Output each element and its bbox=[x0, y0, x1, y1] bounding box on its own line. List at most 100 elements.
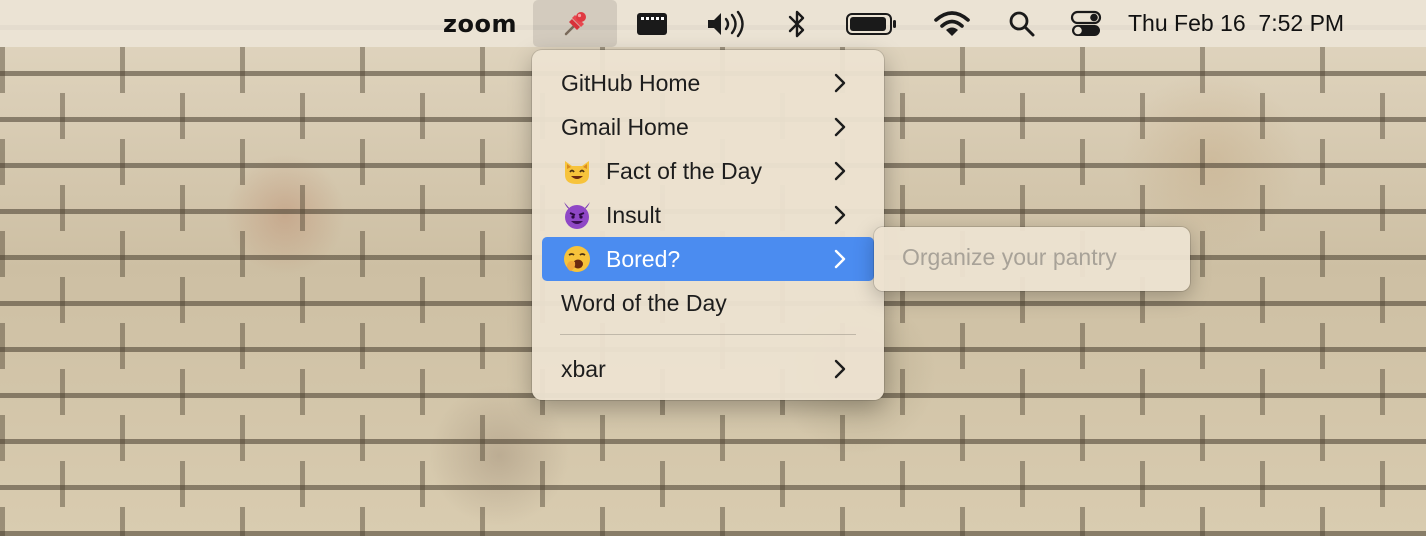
brick-joint bbox=[1320, 415, 1325, 461]
brick-joint bbox=[1320, 47, 1325, 93]
search-icon[interactable] bbox=[1006, 0, 1038, 47]
brick-joint bbox=[420, 277, 425, 323]
brick-row bbox=[0, 507, 1426, 536]
volume-icon[interactable] bbox=[705, 0, 749, 47]
brick-joint bbox=[60, 93, 65, 139]
brick-joint bbox=[300, 461, 305, 507]
brick-joint bbox=[60, 185, 65, 231]
brick-joint bbox=[0, 47, 5, 93]
brick-joint bbox=[1200, 231, 1205, 277]
brick-joint bbox=[1140, 369, 1145, 415]
brick-joint bbox=[1380, 185, 1385, 231]
menu-item-label: Fact of the Day bbox=[606, 157, 762, 184]
brick-joint bbox=[960, 507, 965, 536]
brick-joint bbox=[300, 277, 305, 323]
menu-bar: zoom Thu Feb 16 7:52 PM bbox=[0, 0, 1426, 47]
brick-joint bbox=[1200, 507, 1205, 536]
chevron-right-icon bbox=[834, 117, 846, 137]
xbar-menu-extra[interactable] bbox=[533, 0, 617, 47]
brick-joint bbox=[240, 507, 245, 536]
brick-joint bbox=[1020, 369, 1025, 415]
brick-joint bbox=[1200, 47, 1205, 93]
brick-joint bbox=[120, 323, 125, 369]
chevron-right-icon bbox=[834, 73, 846, 93]
zoom-menu-extra[interactable]: zoom bbox=[438, 0, 522, 47]
brick-joint bbox=[840, 507, 845, 536]
brick-joint bbox=[1380, 277, 1385, 323]
brick-joint bbox=[900, 369, 905, 415]
brick-joint bbox=[360, 231, 365, 277]
menu-item-insult[interactable]: Insult bbox=[542, 193, 874, 237]
brick-joint bbox=[480, 323, 485, 369]
brick-joint bbox=[240, 231, 245, 277]
brick-joint bbox=[1320, 323, 1325, 369]
brick-joint bbox=[960, 415, 965, 461]
brick-joint bbox=[180, 369, 185, 415]
menu-item-word-of-the-day[interactable]: Word of the Day bbox=[542, 281, 874, 325]
smiling-cat-emoji bbox=[561, 155, 593, 187]
menu-item-label: Bored? bbox=[606, 245, 681, 272]
brick-joint bbox=[1020, 461, 1025, 507]
display-icon[interactable] bbox=[634, 0, 670, 47]
brick-joint bbox=[0, 415, 5, 461]
brick-joint bbox=[1080, 139, 1085, 185]
brick-row bbox=[0, 461, 1426, 507]
brick-joint bbox=[1200, 139, 1205, 185]
menu-item-label: xbar bbox=[561, 355, 606, 382]
brick-joint bbox=[720, 415, 725, 461]
brick-joint bbox=[480, 139, 485, 185]
menu-item-gmail-home[interactable]: Gmail Home bbox=[542, 105, 874, 149]
brick-joint bbox=[540, 461, 545, 507]
menu-item-label: Insult bbox=[606, 201, 661, 228]
menu-item-bored[interactable]: Bored? bbox=[542, 237, 874, 281]
brick-joint bbox=[120, 139, 125, 185]
yawning-face-emoji bbox=[561, 243, 593, 275]
menu-item-fact-of-the-day[interactable]: Fact of the Day bbox=[542, 149, 874, 193]
brick-joint bbox=[1260, 185, 1265, 231]
brick-joint bbox=[1380, 369, 1385, 415]
brick-joint bbox=[900, 93, 905, 139]
brick-joint bbox=[360, 47, 365, 93]
clock[interactable]: Thu Feb 16 7:52 PM bbox=[1128, 0, 1398, 47]
brick-joint bbox=[1380, 93, 1385, 139]
brick-joint bbox=[1260, 277, 1265, 323]
brick-joint bbox=[0, 139, 5, 185]
brick-joint bbox=[1320, 507, 1325, 536]
brick-joint bbox=[420, 185, 425, 231]
menu-item-xbar[interactable]: xbar bbox=[542, 347, 874, 391]
brick-joint bbox=[0, 323, 5, 369]
wifi-icon[interactable] bbox=[932, 0, 972, 47]
brick-joint bbox=[480, 415, 485, 461]
brick-joint bbox=[180, 461, 185, 507]
brick-joint bbox=[960, 323, 965, 369]
brick-joint bbox=[180, 93, 185, 139]
brick-joint bbox=[1140, 185, 1145, 231]
brick-joint bbox=[960, 47, 965, 93]
brick-joint bbox=[360, 139, 365, 185]
bluetooth-icon[interactable] bbox=[784, 0, 810, 47]
brick-joint bbox=[360, 507, 365, 536]
brick-joint bbox=[1080, 507, 1085, 536]
brick-joint bbox=[840, 415, 845, 461]
bored-submenu: Organize your pantry bbox=[874, 227, 1190, 291]
control-center-icon[interactable] bbox=[1068, 0, 1104, 47]
menu-item-label: Word of the Day bbox=[561, 289, 727, 316]
brick-joint bbox=[180, 277, 185, 323]
menu-separator bbox=[560, 334, 856, 335]
battery-icon[interactable] bbox=[845, 0, 899, 47]
smiling-devil-emoji bbox=[561, 199, 593, 231]
brick-joint bbox=[780, 461, 785, 507]
brick-joint bbox=[480, 231, 485, 277]
menu-item-github-home[interactable]: GitHub Home bbox=[542, 61, 874, 105]
brick-joint bbox=[1200, 415, 1205, 461]
brick-joint bbox=[420, 93, 425, 139]
brick-joint bbox=[240, 47, 245, 93]
brick-joint bbox=[180, 185, 185, 231]
brick-joint bbox=[360, 415, 365, 461]
brick-joint bbox=[300, 185, 305, 231]
brick-joint bbox=[1320, 231, 1325, 277]
brick-joint bbox=[60, 369, 65, 415]
brick-row bbox=[0, 415, 1426, 461]
menu-item-label: GitHub Home bbox=[561, 69, 701, 96]
menu-item-label: Gmail Home bbox=[561, 113, 689, 140]
